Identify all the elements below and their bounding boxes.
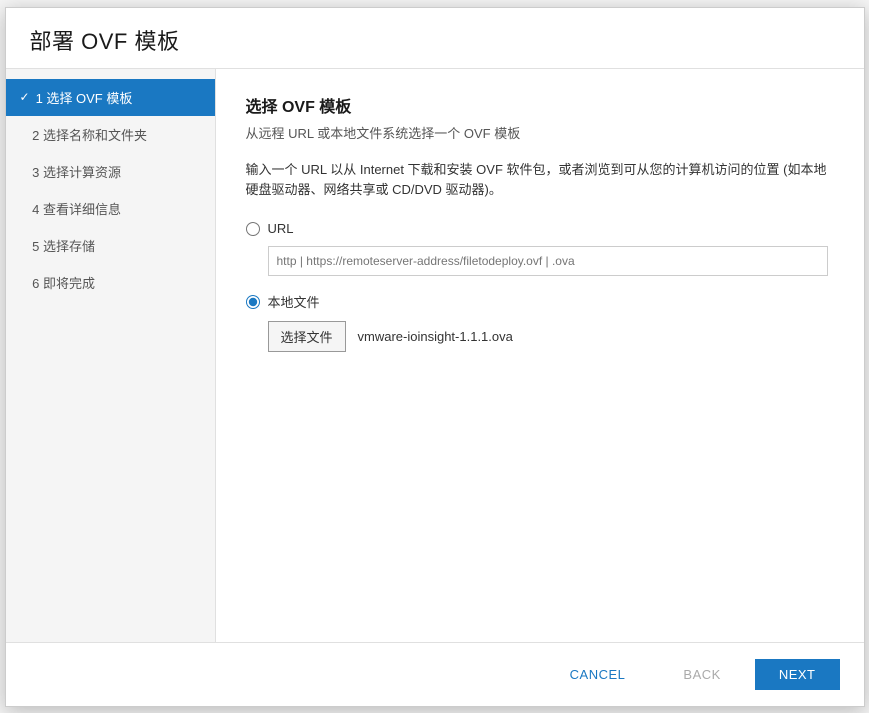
dialog-footer: CANCEL BACK NEXT — [6, 642, 864, 706]
deploy-ovf-dialog: 部署 OVF 模板 ✓ 1 选择 OVF 模板 2 选择名称和文件夹 3 选择计… — [5, 7, 865, 707]
sidebar-item-label-step4: 4 查看详细信息 — [32, 199, 121, 218]
dialog-title: 部署 OVF 模板 — [30, 24, 840, 56]
check-icon-3 — [20, 164, 27, 178]
selected-file-name: vmware-ioinsight-1.1.1.ova — [358, 329, 513, 344]
sidebar-item-step3[interactable]: 3 选择计算资源 — [6, 153, 215, 190]
local-file-radio-label[interactable]: 本地文件 — [268, 292, 320, 311]
local-file-radio-row: 本地文件 — [246, 292, 834, 311]
sidebar-item-step1[interactable]: ✓ 1 选择 OVF 模板 — [6, 79, 215, 116]
choose-file-button[interactable]: 选择文件 — [268, 321, 346, 352]
url-input[interactable] — [268, 246, 828, 276]
url-radio-label[interactable]: URL — [268, 221, 294, 236]
next-button[interactable]: NEXT — [755, 659, 840, 690]
sidebar-item-step5[interactable]: 5 选择存储 — [6, 227, 215, 264]
check-icon-6 — [20, 275, 27, 289]
check-icon-5 — [20, 238, 27, 252]
step-subtitle: 从远程 URL 或本地文件系统选择一个 OVF 模板 — [246, 123, 834, 142]
check-icon-4 — [20, 201, 27, 215]
sidebar-item-label-step6: 6 即将完成 — [32, 273, 95, 292]
step-description: 输入一个 URL 以从 Internet 下载和安装 OVF 软件包，或者浏览到… — [246, 160, 834, 202]
sidebar-item-label-step2: 2 选择名称和文件夹 — [32, 125, 147, 144]
radio-group: URL 本地文件 选择文件 vmware-ioinsight-1.1.1.ova — [246, 221, 834, 352]
local-file-radio[interactable] — [246, 295, 260, 309]
back-button[interactable]: BACK — [659, 659, 744, 690]
sidebar-item-step4[interactable]: 4 查看详细信息 — [6, 190, 215, 227]
sidebar-item-label-step5: 5 选择存储 — [32, 236, 95, 255]
sidebar-item-label-step1: 1 选择 OVF 模板 — [36, 88, 133, 107]
sidebar-item-step2[interactable]: 2 选择名称和文件夹 — [6, 116, 215, 153]
check-icon-2 — [20, 127, 27, 141]
dialog-header: 部署 OVF 模板 — [6, 8, 864, 69]
local-file-row: 选择文件 vmware-ioinsight-1.1.1.ova — [268, 321, 834, 352]
url-input-wrapper — [268, 246, 834, 276]
dialog-body: ✓ 1 选择 OVF 模板 2 选择名称和文件夹 3 选择计算资源 4 查看详细… — [6, 69, 864, 642]
url-radio[interactable] — [246, 222, 260, 236]
main-content: 选择 OVF 模板 从远程 URL 或本地文件系统选择一个 OVF 模板 输入一… — [216, 69, 864, 642]
sidebar-item-step6[interactable]: 6 即将完成 — [6, 264, 215, 301]
cancel-button[interactable]: CANCEL — [546, 659, 650, 690]
sidebar-item-label-step3: 3 选择计算资源 — [32, 162, 121, 181]
sidebar: ✓ 1 选择 OVF 模板 2 选择名称和文件夹 3 选择计算资源 4 查看详细… — [6, 69, 216, 642]
step-title: 选择 OVF 模板 — [246, 93, 834, 117]
check-icon: ✓ — [20, 90, 30, 104]
url-radio-row: URL — [246, 221, 834, 236]
